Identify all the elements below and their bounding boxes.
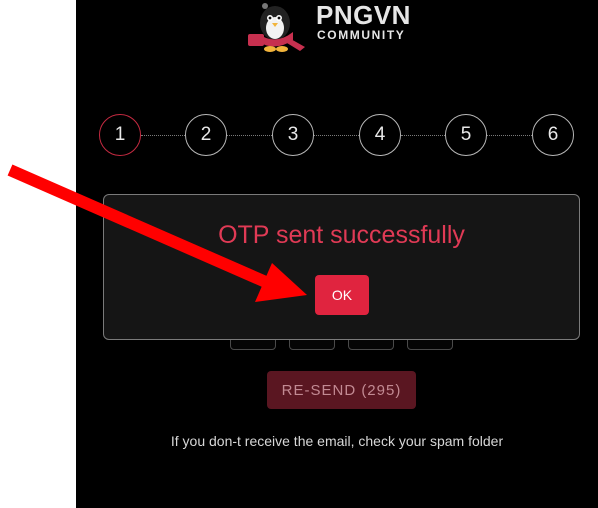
step-4: 4	[359, 114, 401, 156]
ok-button[interactable]: OK	[315, 275, 369, 315]
step-6: 6	[532, 114, 574, 156]
step-connector	[401, 135, 445, 136]
step-connector	[487, 135, 532, 136]
otp-sent-dialog: OTP sent successfully OK	[103, 194, 580, 340]
step-5: 5	[445, 114, 487, 156]
dialog-message: OTP sent successfully	[218, 221, 465, 249]
brand-logo: PNGVN COMMUNITY	[245, 0, 445, 54]
brand-wordmark: PNGVN COMMUNITY	[316, 2, 411, 41]
brand-subtitle: COMMUNITY	[317, 28, 406, 42]
resend-button[interactable]: RE-SEND (295)	[267, 371, 416, 409]
spam-folder-hint: If you don-t receive the email, check yo…	[170, 433, 504, 449]
step-2: 2	[185, 114, 227, 156]
step-connector	[314, 135, 359, 136]
step-1: 1	[99, 114, 141, 156]
screenshot-stage: PNGVN COMMUNITY 1 2 3 4 5 6 RE-SEND (295…	[0, 0, 598, 508]
penguin-mascot-icon	[248, 3, 305, 52]
step-connector	[227, 135, 272, 136]
step-connector	[141, 135, 185, 136]
brand-name: PNGVN	[316, 0, 411, 30]
step-3: 3	[272, 114, 314, 156]
